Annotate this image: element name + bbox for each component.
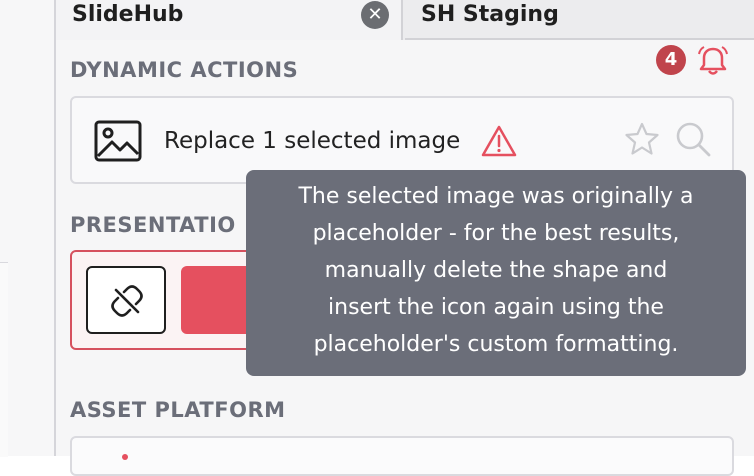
tooltip-line: placeholder - for the best results,: [312, 221, 680, 246]
tooltip-line: insert the icon again using the: [328, 295, 664, 320]
tab-bar: SlideHub ✕ SH Staging: [56, 0, 754, 40]
unlink-icon: [111, 285, 143, 317]
unlink-button[interactable]: [86, 266, 166, 334]
section-title-presentation: PRESENTATIO: [70, 213, 236, 237]
tab-slidehub[interactable]: SlideHub ✕: [56, 0, 403, 40]
action-label: Replace 1 selected image: [164, 128, 461, 154]
close-icon[interactable]: ✕: [361, 1, 389, 29]
section-title-dynamic-actions: DYNAMIC ACTIONS: [70, 58, 299, 82]
notifications[interactable]: 4: [656, 45, 736, 75]
search-icon[interactable]: [674, 120, 712, 158]
asset-platform-card[interactable]: [70, 436, 734, 476]
warning-icon[interactable]: [480, 124, 518, 158]
image-icon: [94, 120, 142, 162]
tooltip-line: The selected image was originally a: [298, 184, 694, 209]
section-title-asset-platform: ASSET PLATFORM: [70, 398, 286, 422]
tooltip-line: placeholder's custom formatting.: [313, 332, 679, 357]
tooltip-line: manually delete the shape and: [324, 258, 668, 283]
warning-tooltip: The selected image was originally a plac…: [246, 170, 746, 376]
left-panel-edge: [0, 262, 8, 457]
star-icon[interactable]: [624, 122, 660, 156]
asset-indicator: [122, 454, 128, 460]
left-gutter: [0, 0, 56, 457]
tab-sh-staging[interactable]: SH Staging: [405, 0, 754, 40]
tab-slidehub-label: SlideHub: [72, 2, 184, 27]
bell-icon[interactable]: [696, 45, 730, 77]
tab-sh-staging-label: SH Staging: [421, 2, 559, 27]
notification-count-badge: 4: [656, 45, 686, 75]
